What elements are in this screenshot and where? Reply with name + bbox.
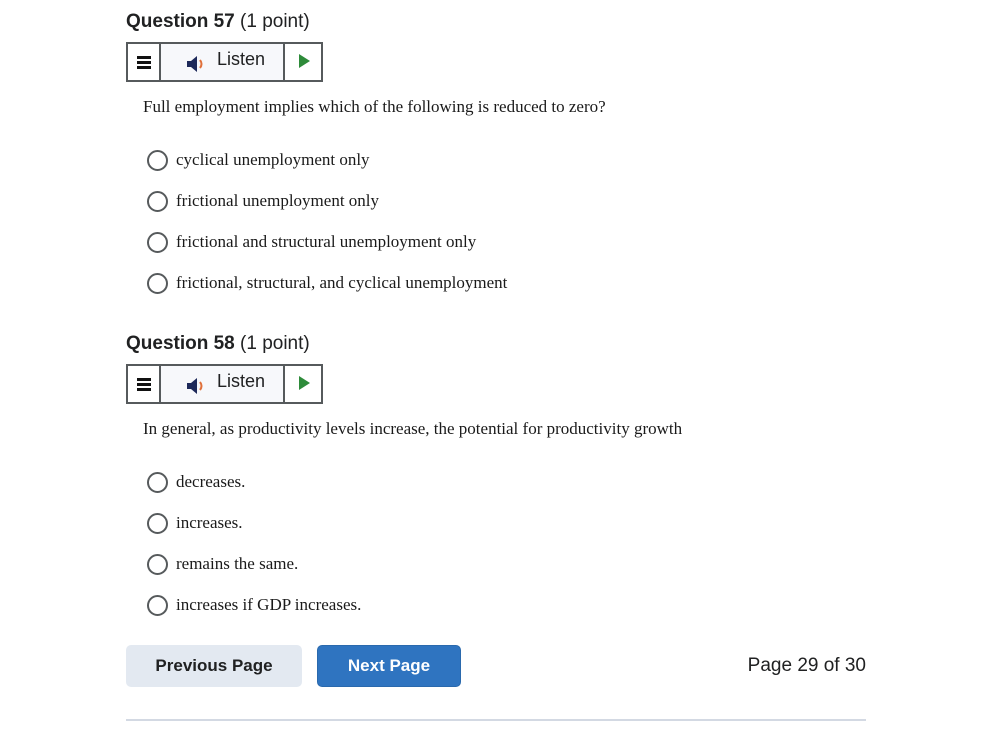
option-label: increases if GDP increases. — [176, 595, 362, 614]
answer-option[interactable]: remains the same. — [147, 552, 298, 576]
option-label: increases. — [176, 513, 243, 532]
answer-option[interactable]: frictional and structural unemployment o… — [147, 230, 476, 254]
answer-option[interactable]: frictional unemployment only — [147, 189, 379, 213]
listen-label: Listen — [217, 371, 266, 391]
question-title: Question 58 (1 point) — [126, 333, 866, 355]
listen-toolbar: Listen — [126, 364, 323, 404]
menu-icon — [137, 56, 151, 71]
next-page-button[interactable]: Next Page — [317, 645, 461, 687]
play-button[interactable] — [285, 44, 321, 80]
speaker-icon — [187, 378, 203, 394]
option-label: decreases. — [176, 472, 246, 491]
radio-button[interactable] — [147, 594, 168, 616]
radio-button[interactable] — [147, 272, 168, 294]
question-57: Question 57 (1 point) Listen Full employ… — [126, 11, 866, 294]
divider — [126, 719, 866, 721]
option-label: remains the same. — [176, 554, 299, 573]
listen-toolbar: Listen — [126, 42, 323, 82]
radio-button[interactable] — [147, 231, 168, 253]
answer-option[interactable]: increases if GDP increases. — [147, 593, 361, 617]
option-label: cyclical unemployment only — [176, 150, 370, 169]
radio-button[interactable] — [147, 149, 168, 171]
answer-option[interactable]: cyclical unemployment only — [147, 148, 370, 172]
listen-button[interactable]: Listen — [161, 366, 285, 402]
question-number: Question 57 — [126, 11, 235, 32]
speaker-icon — [187, 56, 203, 72]
question-points: (1 point) — [240, 333, 310, 354]
answer-option[interactable]: decreases. — [147, 470, 245, 494]
listen-menu-button[interactable] — [128, 44, 161, 80]
option-label: frictional, structural, and cyclical une… — [176, 273, 508, 292]
listen-button[interactable]: Listen — [161, 44, 285, 80]
option-label: frictional and structural unemployment o… — [176, 232, 477, 251]
question-title: Question 57 (1 point) — [126, 11, 866, 33]
radio-button[interactable] — [147, 553, 168, 575]
answer-option[interactable]: frictional, structural, and cyclical une… — [147, 271, 507, 295]
question-points: (1 point) — [240, 11, 310, 32]
radio-button[interactable] — [147, 471, 168, 493]
answer-option[interactable]: increases. — [147, 511, 243, 535]
option-label: frictional unemployment only — [176, 191, 380, 210]
previous-page-button[interactable]: Previous Page — [126, 645, 302, 687]
page-indicator: Page 29 of 30 — [747, 655, 866, 676]
menu-icon — [137, 378, 151, 393]
radio-button[interactable] — [147, 190, 168, 212]
question-prompt: Full employment implies which of the fol… — [143, 97, 606, 116]
play-button[interactable] — [285, 366, 321, 402]
listen-label: Listen — [217, 49, 266, 69]
play-icon — [299, 376, 310, 390]
play-icon — [299, 54, 310, 68]
question-58: Question 58 (1 point) Listen In general,… — [126, 333, 866, 616]
radio-button[interactable] — [147, 512, 168, 534]
listen-menu-button[interactable] — [128, 366, 161, 402]
question-number: Question 58 — [126, 333, 235, 354]
question-prompt: In general, as productivity levels incre… — [143, 419, 683, 438]
